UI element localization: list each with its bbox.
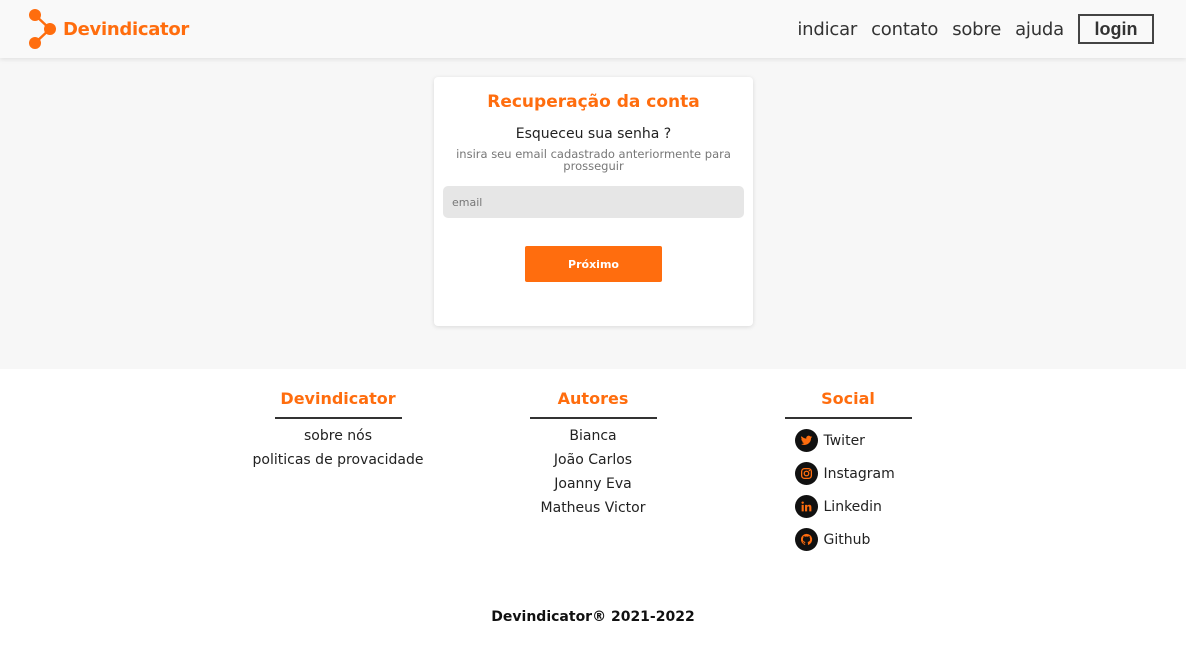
social-link-github[interactable]: Github	[794, 523, 912, 556]
footer: Devindicator sobre nós politicas de prov…	[0, 369, 1186, 652]
social-link-twitter[interactable]: Twiter	[794, 424, 912, 457]
brand-name: Devindicator	[63, 18, 189, 40]
social-label: Github	[823, 531, 871, 548]
social-link-linkedin[interactable]: Linkedin	[794, 490, 912, 523]
email-input[interactable]	[443, 186, 744, 218]
login-button[interactable]: login	[1078, 14, 1154, 44]
next-button[interactable]: Próximo	[525, 246, 662, 282]
footer-link-sobre-nos[interactable]: sobre nós	[228, 424, 448, 448]
main-content: Recuperação da conta Esqueceu sua senha …	[0, 58, 1186, 369]
footer-col-social: Social Twiter Instagram Linkedin Github	[738, 389, 958, 556]
card-hint: insira seu email cadastrado anteriorment…	[456, 147, 731, 173]
author-item[interactable]: Matheus Victor	[483, 496, 703, 520]
footer-divider	[274, 417, 402, 419]
nav-menu: indicar contato sobre ajuda login	[783, 14, 1154, 44]
copyright-text: Devindicator® 2021-2022	[491, 609, 695, 625]
author-item[interactable]: João Carlos	[483, 448, 703, 472]
brand-logo-icon	[29, 9, 56, 49]
footer-col-devindicator: Devindicator sobre nós politicas de prov…	[228, 389, 448, 472]
social-label: Twiter	[823, 432, 865, 449]
social-label: Instagram	[823, 465, 895, 482]
github-icon	[794, 528, 818, 551]
social-links: Twiter Instagram Linkedin Github	[785, 424, 912, 556]
footer-col-autores: Autores Bianca João Carlos Joanny Eva Ma…	[483, 389, 703, 520]
twitter-icon	[794, 429, 818, 452]
linkedin-icon	[794, 495, 818, 518]
author-item[interactable]: Bianca	[483, 424, 703, 448]
author-item[interactable]: Joanny Eva	[483, 472, 703, 496]
nav-link-sobre[interactable]: sobre	[952, 19, 1001, 40]
footer-link-politicas[interactable]: politicas de provacidade	[228, 448, 448, 472]
footer-col-title: Autores	[557, 389, 629, 408]
footer-col-title: Devindicator	[280, 389, 396, 408]
instagram-icon	[794, 462, 818, 485]
footer-divider	[784, 417, 912, 419]
brand-logo[interactable]: Devindicator	[28, 8, 189, 50]
card-title: Recuperação da conta	[487, 92, 700, 112]
nav-link-contato[interactable]: contato	[871, 19, 938, 40]
social-label: Linkedin	[823, 498, 882, 515]
top-navbar: Devindicator indicar contato sobre ajuda…	[0, 0, 1186, 58]
footer-col-title: Social	[821, 389, 875, 408]
nav-link-indicar[interactable]: indicar	[797, 19, 857, 40]
card-subtitle: Esqueceu sua senha ?	[515, 126, 672, 142]
social-link-instagram[interactable]: Instagram	[794, 457, 912, 490]
account-recovery-card: Recuperação da conta Esqueceu sua senha …	[434, 77, 753, 326]
footer-divider	[529, 417, 657, 419]
nav-link-ajuda[interactable]: ajuda	[1015, 19, 1064, 40]
